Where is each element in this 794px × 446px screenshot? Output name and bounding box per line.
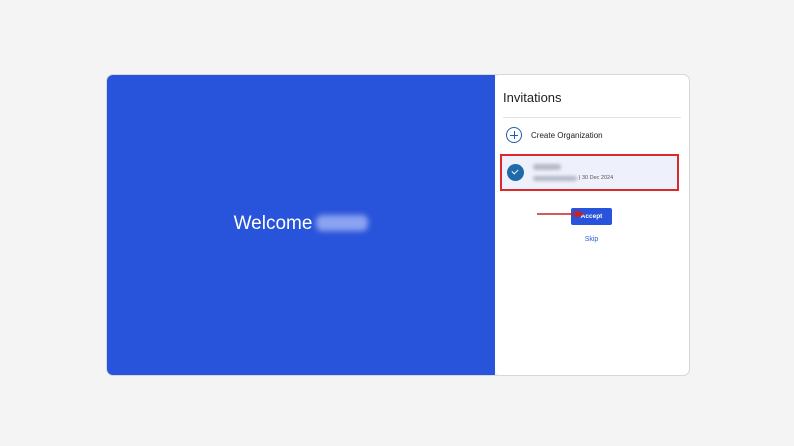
invitations-panel: Invitations Create Organization | 30 Dec… <box>495 75 689 375</box>
plus-circle-icon <box>506 127 522 143</box>
onboarding-card: Welcome Invitations Create Organization … <box>107 75 689 375</box>
create-organization-option[interactable]: Create Organization <box>506 125 676 145</box>
skip-link[interactable]: Skip <box>578 236 605 243</box>
welcome-heading: Welcome <box>107 212 495 236</box>
arrow-right-icon <box>537 210 585 218</box>
invitations-title: Invitations <box>503 90 562 105</box>
redacted-user-name <box>316 215 369 231</box>
annotation-highlight-box <box>500 154 679 191</box>
annotation-arrow-head <box>575 210 585 218</box>
panel-divider <box>503 117 681 118</box>
create-organization-label: Create Organization <box>531 130 603 140</box>
welcome-text: Welcome <box>233 213 313 234</box>
welcome-hero: Welcome <box>107 75 495 375</box>
